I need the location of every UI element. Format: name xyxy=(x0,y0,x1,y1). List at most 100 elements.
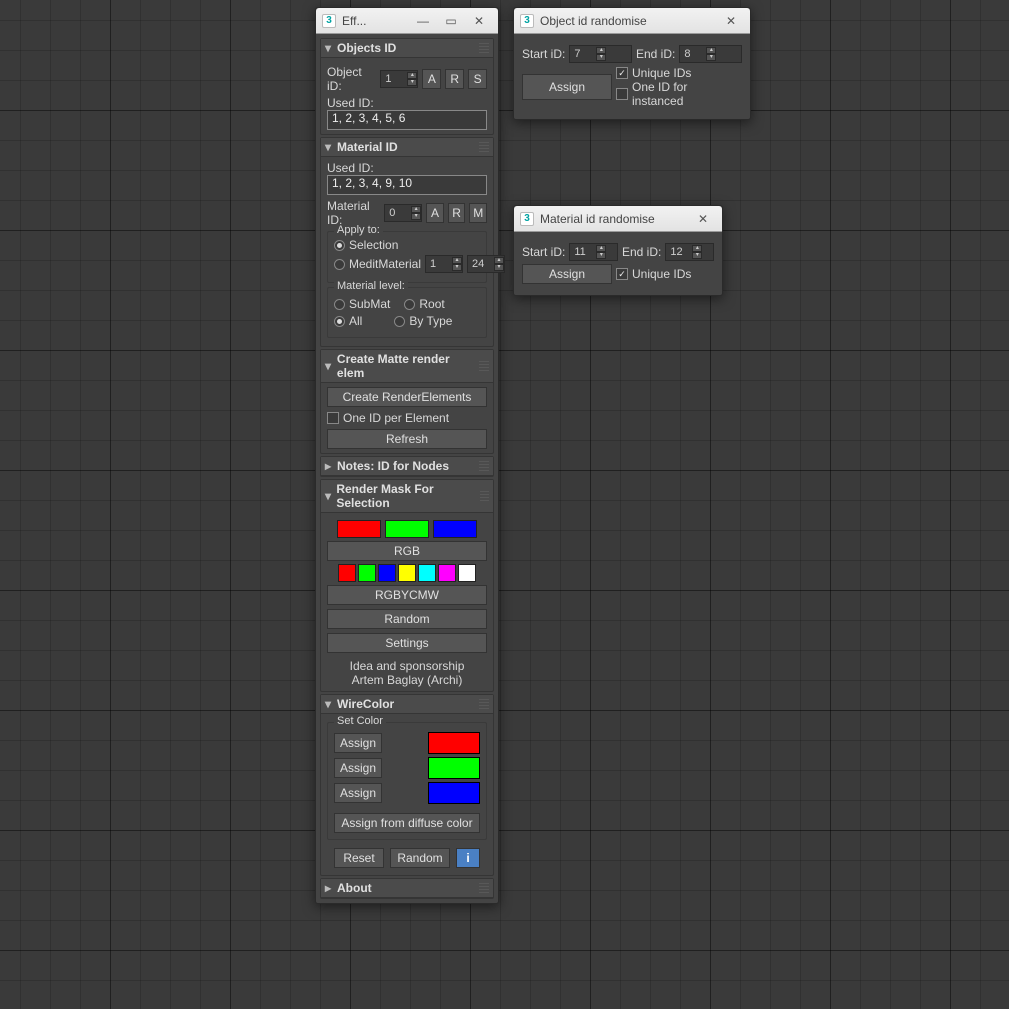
info-button[interactable]: i xyxy=(456,848,480,868)
grip-icon xyxy=(479,43,489,53)
color-swatch[interactable] xyxy=(428,732,480,754)
radio-root[interactable]: Root xyxy=(404,297,444,311)
rollout-title: Material ID xyxy=(337,140,398,154)
object-btn-r[interactable]: R xyxy=(445,69,464,89)
rollout-header-material-id[interactable]: ▾ Material ID xyxy=(321,138,493,157)
panel-titlebar[interactable]: 3 Object id randomise ✕ xyxy=(514,8,750,34)
object-used-id-field[interactable]: 1, 2, 3, 4, 5, 6 xyxy=(327,110,487,130)
rollout-header-rendermask[interactable]: ▾ Render Mask For Selection xyxy=(321,480,493,513)
material-id-spinner[interactable]: 0 ▴▾ xyxy=(384,204,422,222)
rgb-button[interactable]: RGB xyxy=(327,541,487,561)
rgb-swatch-row xyxy=(327,520,487,538)
obj-start-label: Start iD: xyxy=(522,47,565,61)
panel-title: Eff... xyxy=(342,14,366,28)
mat-unique-check[interactable]: Unique IDs xyxy=(616,267,691,281)
rollout-header-objects-id[interactable]: ▾ Objects ID xyxy=(321,39,493,58)
panel-title: Object id randomise xyxy=(540,14,647,28)
rollout-rendermask: ▾ Render Mask For Selection RGB RGBYCMW … xyxy=(320,479,494,692)
color-swatch[interactable] xyxy=(428,757,480,779)
mat-btn-a[interactable]: A xyxy=(426,203,444,223)
panel-titlebar[interactable]: 3 Material id randomise ✕ xyxy=(514,206,722,232)
chevron-down-icon: ▾ xyxy=(325,489,334,503)
mat-start-label: Start iD: xyxy=(522,245,565,259)
chevron-down-icon: ▾ xyxy=(325,359,335,373)
assign-diffuse-button[interactable]: Assign from diffuse color xyxy=(334,813,480,833)
chevron-down-icon: ▾ xyxy=(325,140,335,154)
color-swatch[interactable] xyxy=(433,520,477,538)
rollout-header-matte[interactable]: ▾ Create Matte render elem xyxy=(321,350,493,383)
medit-spinner-1[interactable]: 1▴▾ xyxy=(425,255,463,273)
obj-end-spinner[interactable]: 8▴▾ xyxy=(679,45,742,63)
color-swatch[interactable] xyxy=(358,564,376,582)
refresh-button[interactable]: Refresh xyxy=(327,429,487,449)
color-swatch[interactable] xyxy=(428,782,480,804)
radio-submat[interactable]: SubMat xyxy=(334,297,390,311)
credit-line-2: Artem Baglay (Archi) xyxy=(327,673,487,687)
grip-icon xyxy=(479,461,489,471)
restore-button[interactable]: ▭ xyxy=(438,11,464,31)
credit-line-1: Idea and sponsorship xyxy=(327,659,487,673)
assign-color-button[interactable]: Assign xyxy=(334,783,382,803)
rollout-title: Notes: ID for Nodes xyxy=(337,459,449,473)
rollout-material-id: ▾ Material ID Used ID: 1, 2, 3, 4, 9, 10… xyxy=(320,137,494,347)
minimize-button[interactable]: — xyxy=(410,11,436,31)
grip-icon xyxy=(479,883,489,893)
rgbycmw-button[interactable]: RGBYCMW xyxy=(327,585,487,605)
color-swatch[interactable] xyxy=(385,520,429,538)
rollout-about: ▸ About xyxy=(320,878,494,899)
rollout-header-wirecolor[interactable]: ▾ WireColor xyxy=(321,695,493,714)
reset-button[interactable]: Reset xyxy=(334,848,384,868)
close-button[interactable]: ✕ xyxy=(718,11,744,31)
mat-end-spinner[interactable]: 12▴▾ xyxy=(665,243,714,261)
mat-start-spinner[interactable]: 11▴▾ xyxy=(569,243,618,261)
object-id-spinner[interactable]: 1 ▴▾ xyxy=(380,70,418,88)
color-swatch[interactable] xyxy=(378,564,396,582)
mat-assign-button[interactable]: Assign xyxy=(522,264,612,284)
color-swatch[interactable] xyxy=(338,564,356,582)
color-swatch[interactable] xyxy=(458,564,476,582)
app-icon: 3 xyxy=(520,212,534,226)
obj-assign-button[interactable]: Assign xyxy=(522,74,612,100)
color-swatch[interactable] xyxy=(398,564,416,582)
chevron-right-icon: ▸ xyxy=(325,459,335,473)
color-swatch[interactable] xyxy=(418,564,436,582)
color-swatch[interactable] xyxy=(337,520,381,538)
radio-selection[interactable]: Selection xyxy=(334,238,480,252)
object-btn-a[interactable]: A xyxy=(422,69,441,89)
mat-btn-r[interactable]: R xyxy=(448,203,466,223)
obj-one-instanced-check[interactable]: One ID for instanced xyxy=(616,80,742,108)
assign-color-button[interactable]: Assign xyxy=(334,758,382,778)
medit-spinner-2[interactable]: 24▴▾ xyxy=(467,255,505,273)
mat-used-id-field[interactable]: 1, 2, 3, 4, 9, 10 xyxy=(327,175,487,195)
radio-all[interactable]: All xyxy=(334,314,362,328)
group-title: Material level: xyxy=(334,280,408,292)
setcolor-group: Set Color AssignAssignAssign Assign from… xyxy=(327,722,487,840)
grip-icon xyxy=(479,699,489,709)
material-level-group: Material level: SubMat Root All By Type xyxy=(327,287,487,338)
one-id-per-element-check[interactable]: One ID per Element xyxy=(327,411,487,425)
random-mask-button[interactable]: Random xyxy=(327,609,487,629)
rollout-title: WireColor xyxy=(337,697,394,711)
rollout-header-notes[interactable]: ▸ Notes: ID for Nodes xyxy=(321,457,493,476)
create-render-elements-button[interactable]: Create RenderElements xyxy=(327,387,487,407)
rollout-title: Objects ID xyxy=(337,41,396,55)
obj-start-spinner[interactable]: 7▴▾ xyxy=(569,45,632,63)
wirecolor-random-button[interactable]: Random xyxy=(390,848,450,868)
rollout-header-about[interactable]: ▸ About xyxy=(321,879,493,898)
rgbycmw-swatch-row xyxy=(327,564,487,582)
object-btn-s[interactable]: S xyxy=(468,69,487,89)
rollout-matte: ▾ Create Matte render elem Create Render… xyxy=(320,349,494,454)
assign-color-button[interactable]: Assign xyxy=(334,733,382,753)
close-button[interactable]: ✕ xyxy=(466,11,492,31)
settings-button[interactable]: Settings xyxy=(327,633,487,653)
mat-btn-m[interactable]: M xyxy=(469,203,487,223)
radio-bytype[interactable]: By Type xyxy=(394,314,452,328)
close-button[interactable]: ✕ xyxy=(690,209,716,229)
chevron-down-icon: ▾ xyxy=(325,697,335,711)
radio-medit[interactable]: MeditMaterial xyxy=(334,257,421,271)
panel-titlebar[interactable]: 3 Eff... — ▭ ✕ xyxy=(316,8,498,34)
color-swatch[interactable] xyxy=(438,564,456,582)
obj-unique-check[interactable]: Unique IDs xyxy=(616,66,742,80)
rollout-objects-id: ▾ Objects ID Object iD: 1 ▴▾ A R S Used … xyxy=(320,38,494,135)
object-randomise-panel: 3 Object id randomise ✕ Start iD: 7▴▾ En… xyxy=(513,7,751,120)
